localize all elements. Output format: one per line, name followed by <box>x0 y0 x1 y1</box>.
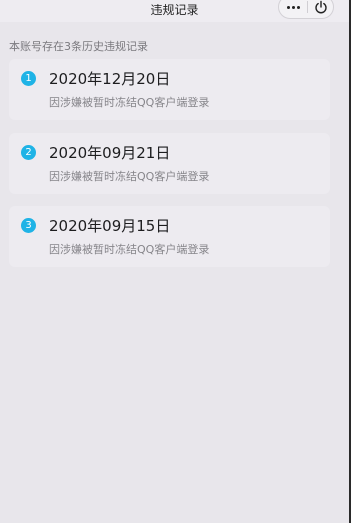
record-summary: 本账号存在3条历史违规记录 <box>9 40 148 53</box>
list-item[interactable]: 2 2020年09月21日 因涉嫌被暂时冻结QQ客户端登录 <box>9 133 330 194</box>
capsule-menu <box>278 0 334 19</box>
more-button[interactable] <box>279 0 307 18</box>
list-item[interactable]: 1 2020年12月20日 因涉嫌被暂时冻结QQ客户端登录 <box>9 59 330 120</box>
record-date: 2020年09月15日 <box>49 217 171 235</box>
record-reason: 因涉嫌被暂时冻结QQ客户端登录 <box>49 170 210 183</box>
record-index-badge: 2 <box>21 145 36 160</box>
record-date: 2020年09月21日 <box>49 144 171 162</box>
title-bar: 违规记录 <box>0 0 349 22</box>
page: 违规记录 本账号存在3条历史违规记录 1 2020年12月20日 因涉嫌被暂时冻… <box>0 0 349 523</box>
record-reason: 因涉嫌被暂时冻结QQ客户端登录 <box>49 243 210 256</box>
list-item[interactable]: 3 2020年09月15日 因涉嫌被暂时冻结QQ客户端登录 <box>9 206 330 267</box>
record-reason: 因涉嫌被暂时冻结QQ客户端登录 <box>49 96 210 109</box>
more-dots-icon <box>286 5 290 9</box>
close-button[interactable] <box>308 0 334 18</box>
record-index-badge: 3 <box>21 218 36 233</box>
record-date: 2020年12月20日 <box>49 70 171 88</box>
power-icon <box>315 0 327 14</box>
record-index-badge: 1 <box>21 71 36 86</box>
